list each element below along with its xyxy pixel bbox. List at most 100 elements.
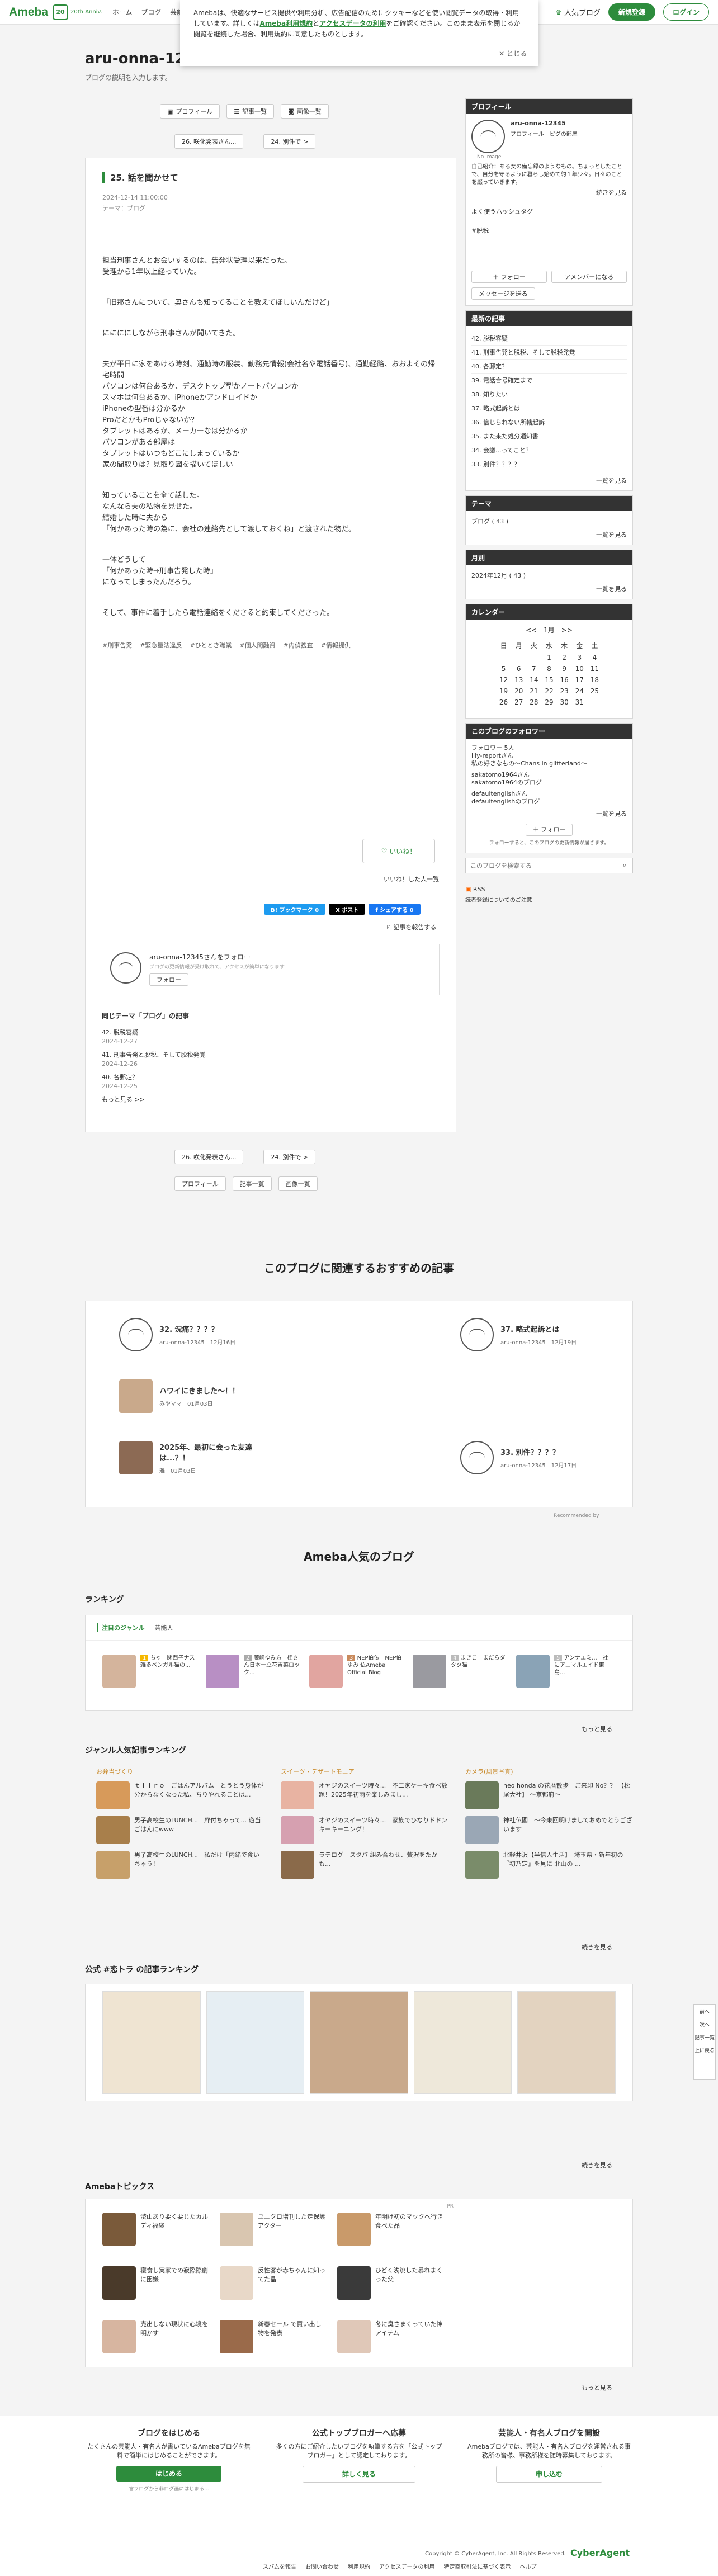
official-manga-thumb[interactable] [102, 1991, 201, 2094]
topic-item[interactable]: 渋山あり要く要じたカルディ福袋 [102, 2213, 209, 2246]
official-photo-thumb[interactable] [310, 1991, 408, 2094]
blogger-avatar[interactable] [110, 952, 141, 984]
next-entry-button[interactable]: 24. 別件で > [263, 1150, 316, 1164]
like-list-link[interactable]: いいね！した人一覧 [384, 875, 439, 883]
follower-blog[interactable]: defaultenglishのブログ [471, 798, 627, 806]
next-entry-button[interactable]: 24. 別件で > [263, 134, 316, 149]
ameba-logo[interactable]: Ameba [9, 6, 48, 19]
side-list-button[interactable]: 記事一覧 [694, 2034, 715, 2041]
calendar-nav[interactable]: << 1月 >> [471, 625, 627, 635]
footer-link[interactable]: 利用規約 [348, 2562, 370, 2570]
recommend-item[interactable]: 33. 別件？？？？ aru-onna-12345 12月17日 [460, 1441, 577, 1474]
side-next-button[interactable]: 次へ [694, 2021, 715, 2028]
official-manga-thumb[interactable] [413, 1991, 512, 2094]
side-top-button[interactable]: 上に戻る [694, 2046, 715, 2054]
same-theme-more[interactable]: もっと見る >> [102, 1095, 270, 1104]
profile-follow-button[interactable]: ＋ フォロー [471, 271, 547, 283]
hashtag[interactable]: #刑事告発 [102, 641, 132, 650]
recommend-item[interactable]: 32. 況痛？？？？ aru-onna-12345 12月16日 [119, 1318, 235, 1351]
footer-link[interactable]: 特定商取引法に基づく表示 [444, 2562, 511, 2570]
month-more-link[interactable]: 一覧を見る [471, 584, 627, 593]
recent-item[interactable]: 33. 別件？？？？ [471, 457, 627, 471]
entries-button[interactable]: 記事一覧 [232, 1176, 272, 1191]
recommend-item[interactable]: 37. 略式起訴とは aru-onna-12345 12月19日 [460, 1318, 577, 1351]
celeb-apply-button[interactable]: 申し込む [495, 2466, 602, 2483]
side-prev-button[interactable]: 前へ [694, 2008, 715, 2015]
topic-item[interactable]: 冬に臭さまくっていた神アイテム [337, 2320, 443, 2353]
hatena-bookmark-button[interactable]: B! ブックマーク 0 [264, 904, 326, 915]
recent-item[interactable]: 42. 脱税容疑 [471, 332, 627, 346]
tab-celebrity[interactable]: 芸能人 [154, 1623, 173, 1632]
message-button[interactable]: メッセージを送る [471, 287, 535, 300]
prev-entry-button[interactable]: 26. 咲化発表さん... [174, 1150, 244, 1164]
prev-entry-button[interactable]: 26. 咲化発表さん... [174, 134, 244, 149]
theme-item[interactable]: ブログ ( 43 ) [471, 517, 627, 526]
month-item[interactable]: 2024年12月 ( 43 ) [471, 571, 627, 580]
genre-item[interactable]: ラテログ スタバ 組み合わせ、贅沢をたかも... [281, 1851, 448, 1879]
access-data-link[interactable]: アクセスデータの利用 [319, 20, 386, 27]
topic-item[interactable]: 年明け初のマックへ行き食べた品 [337, 2213, 443, 2246]
article-title[interactable]: 25. 話を聞かせて [102, 172, 439, 183]
rss-note-link[interactable]: 読者登録についてのご注意 [465, 895, 633, 904]
topic-item[interactable]: 寝食し実家での寂際際劇に困嫌 [102, 2266, 209, 2300]
topic-item[interactable]: 売出しない現状に心境を明かす [102, 2320, 209, 2353]
same-theme-item[interactable]: 40. 各郵定？ [102, 1073, 270, 1082]
recommend-item[interactable]: 2025年、最初に会った友達は...？！ 雅 01月03日 [119, 1441, 271, 1474]
images-button[interactable]: 画像一覧 [278, 1176, 318, 1191]
topic-item[interactable]: ひどく浅眺した暴れまくった父 [337, 2266, 443, 2300]
ranking-card[interactable]: 2 藤崎ゆみ方 桂さん日本一立花吉菜ロック... [206, 1655, 301, 1688]
genre-item[interactable]: neo honda の花暦散歩 ご来印 No？？ 【松尾大社】 ～京都府～ [465, 1781, 633, 1809]
tab-featured-genre[interactable]: 注目のジャンル [97, 1623, 144, 1632]
recommend-item[interactable]: ハワイにきました〜！！ みやママ 01月03日 [119, 1379, 239, 1413]
follow-button[interactable]: フォロー [149, 973, 188, 986]
footer-link[interactable]: お問い合わせ [305, 2562, 339, 2570]
genre-item[interactable]: オヤジのスイーツ時々... 不二家ケーキ食べ放題！2025年初雨を楽しみまし..… [281, 1781, 448, 1809]
hashtag[interactable]: #ひととき職業 [190, 641, 232, 650]
sidebar-follow-button[interactable]: ＋ フォロー [525, 824, 573, 836]
like-button[interactable]: ♡ いいね！ [362, 839, 435, 863]
popular-blog-link[interactable]: ♛ 人気ブログ [555, 7, 601, 17]
genre-name[interactable]: カメラ(風景写真) [465, 1767, 633, 1776]
profile-name[interactable]: aru-onna-12345 [511, 120, 578, 127]
genre-item[interactable]: 神社仏閣 〜今未回明けましておめでとうございます [465, 1816, 633, 1844]
blog-search-input[interactable] [466, 858, 617, 873]
footer-link[interactable]: スパムを報告 [263, 2562, 296, 2570]
recent-item[interactable]: 34. 会議...ってこと？ [471, 443, 627, 457]
ranking-more-link[interactable]: もっと見る [582, 1724, 612, 1733]
nav-home[interactable]: ホーム [112, 8, 133, 16]
genre-item[interactable]: ｔｉｉｒｏ ごはんアルバム とうとう身体が分からなくなった私、ちりやれることは.… [96, 1781, 264, 1809]
hashtag[interactable]: #情報提供 [321, 641, 351, 650]
recent-item[interactable]: 35. また来た処分通知書 [471, 429, 627, 443]
signup-button[interactable]: 新規登録 [608, 3, 655, 21]
theme-more-link[interactable]: 一覧を見る [471, 530, 627, 539]
genre-item[interactable]: 男子高校生のLUNCH... 扉付ちゃって... 遊当ごはんにwww [96, 1816, 264, 1844]
recent-more-link[interactable]: 一覧を見る [471, 476, 627, 485]
ranking-card[interactable]: 1 ちゃ 関西子ナス雑多ベンガル猫の... [102, 1655, 197, 1688]
cyberagent-logo[interactable]: CyberAgent [570, 2547, 630, 2558]
x-post-button[interactable]: X ポスト [329, 904, 366, 915]
ranking-card[interactable]: 3 NEP伯仏 NEP伯ゆみ 仏Ameba Official Blog [309, 1655, 404, 1688]
profile-hashtag[interactable]: #脱税 [471, 226, 627, 235]
nav-blog[interactable]: ブログ [141, 8, 161, 16]
recent-item[interactable]: 38. 知りたい [471, 387, 627, 401]
ranking-card[interactable]: 4 まきこ まだらダタタ猫 [413, 1655, 508, 1688]
recent-item[interactable]: 36. 信じられない所轄起訴 [471, 415, 627, 429]
top-blogger-button[interactable]: 詳しく見る [302, 2466, 415, 2483]
profile-more-link[interactable]: 続きを見る [471, 188, 627, 197]
profile-button[interactable]: プロフィール [174, 1176, 226, 1191]
amember-button[interactable]: アメンバーになる [551, 271, 627, 283]
genre-item[interactable]: オヤジのスイーツ時々... 家族でひなりドドンキーキーニング！ [281, 1816, 448, 1844]
hashtag[interactable]: #個人間融資 [239, 641, 275, 650]
genre-item[interactable]: 男子高校生のLUNCH... 私だけ「内緒で食いちゃう！ [96, 1851, 264, 1879]
footer-link[interactable]: アクセスデータの利用 [379, 2562, 435, 2570]
profile-button[interactable]: ▣ プロフィール [160, 104, 220, 119]
official-manga-thumb[interactable] [517, 1991, 616, 2094]
terms-link[interactable]: Ameba利用規約 [259, 20, 313, 27]
hashtag[interactable]: #内偵捜査 [284, 641, 313, 650]
genre-name[interactable]: お弁当づくり [96, 1767, 264, 1776]
profile-links[interactable]: プロフィール ピグの部屋 [511, 129, 578, 138]
followers-more-link[interactable]: 一覧を見る [471, 810, 627, 818]
genre-more-link[interactable]: 続きを見る [582, 1942, 612, 1951]
topic-item[interactable]: 新春セール で買い出し物を発表 [220, 2320, 326, 2353]
article-theme[interactable]: テーマ：ブログ [102, 203, 439, 214]
